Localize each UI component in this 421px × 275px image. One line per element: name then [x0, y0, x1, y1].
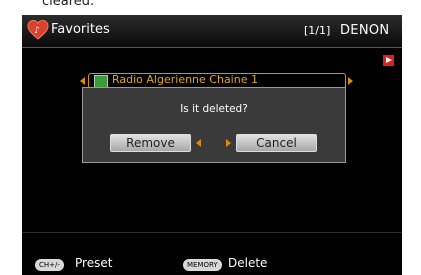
svg-text:♪: ♪: [34, 26, 40, 36]
arrow-left-icon: [80, 77, 85, 85]
header-bar: ♪ Favorites [1/1] DENON: [22, 15, 402, 48]
cancel-button[interactable]: Cancel: [236, 134, 317, 152]
tv-screen: ♪ Favorites [1/1] DENON Radio Algerienne…: [22, 15, 402, 275]
play-icon: [383, 55, 394, 66]
remove-button[interactable]: Remove: [110, 134, 191, 152]
selector-left-icon: [196, 139, 201, 147]
delete-confirm-dialog: Is it deleted? Remove Cancel: [82, 87, 346, 163]
page-text-fragment: cleared.: [42, 0, 95, 9]
selector-right-icon: [226, 139, 231, 147]
delete-label: Delete: [228, 256, 268, 270]
station-name: Radio Algerienne Chaine 1: [112, 73, 258, 86]
page-title: Favorites: [51, 22, 110, 37]
memory-key-icon: MEMORY: [183, 259, 222, 271]
brand-logo: DENON: [340, 23, 390, 38]
page-indicator: [1/1]: [304, 24, 331, 37]
arrow-right-icon: [348, 77, 353, 85]
preset-label: Preset: [75, 256, 113, 270]
ch-key-icon: CH+/-: [35, 259, 64, 271]
favorite-heart-icon: ♪: [27, 19, 49, 40]
dialog-message: Is it deleted?: [180, 103, 248, 115]
footer-divider: [22, 232, 402, 233]
